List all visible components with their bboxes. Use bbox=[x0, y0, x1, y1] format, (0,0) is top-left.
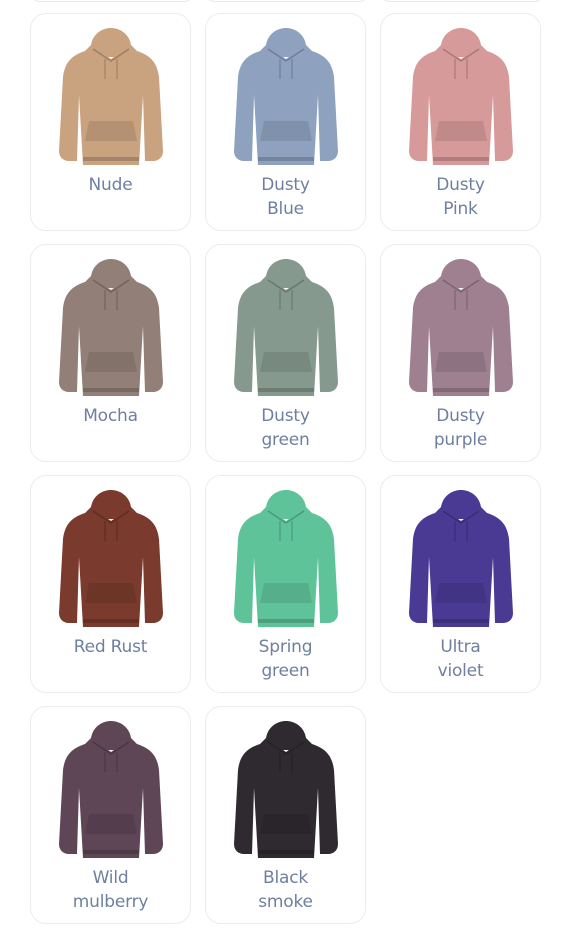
previous-card-edge bbox=[205, 0, 369, 2]
color-option-label: Ultra violet bbox=[437, 637, 484, 681]
color-option-label: Dusty green bbox=[261, 406, 310, 450]
color-option-card[interactable]: Black smoke bbox=[205, 706, 366, 924]
hoodie-icon bbox=[230, 487, 342, 629]
color-option-card[interactable]: Dusty purple bbox=[380, 244, 541, 462]
hoodie-icon bbox=[55, 487, 167, 629]
color-option-label: Dusty purple bbox=[433, 406, 488, 450]
hoodie-icon bbox=[405, 256, 517, 398]
hoodie-icon bbox=[55, 256, 167, 398]
color-option-label: Nude bbox=[88, 175, 133, 195]
hoodie-icon bbox=[405, 25, 517, 167]
color-option-card[interactable]: Dusty Pink bbox=[380, 13, 541, 231]
hoodie-icon bbox=[230, 718, 342, 860]
color-option-label: Spring green bbox=[258, 637, 313, 681]
previous-card-edge bbox=[380, 0, 544, 2]
color-option-label: Dusty Blue bbox=[261, 175, 310, 219]
color-option-card[interactable]: Red Rust bbox=[30, 475, 191, 693]
hoodie-icon bbox=[230, 256, 342, 398]
color-option-label: Wild mulberry bbox=[72, 868, 149, 912]
color-swatch-grid: Nude Dusty Blue Dusty Pink Mocha Dusty g… bbox=[30, 13, 543, 924]
color-option-label: Black smoke bbox=[258, 868, 313, 912]
color-option-card[interactable]: Spring green bbox=[205, 475, 366, 693]
hoodie-icon bbox=[405, 487, 517, 629]
color-option-label: Red Rust bbox=[73, 637, 148, 657]
color-option-card[interactable]: Wild mulberry bbox=[30, 706, 191, 924]
color-option-label: Dusty Pink bbox=[436, 175, 485, 219]
color-option-card[interactable]: Dusty Blue bbox=[205, 13, 366, 231]
hoodie-icon bbox=[230, 25, 342, 167]
hoodie-icon bbox=[55, 718, 167, 860]
color-option-card[interactable]: Dusty green bbox=[205, 244, 366, 462]
color-option-card[interactable]: Mocha bbox=[30, 244, 191, 462]
hoodie-icon bbox=[55, 25, 167, 167]
color-option-card[interactable]: Nude bbox=[30, 13, 191, 231]
color-option-card[interactable]: Ultra violet bbox=[380, 475, 541, 693]
previous-card-edge bbox=[30, 0, 194, 2]
color-option-label: Mocha bbox=[83, 406, 138, 426]
